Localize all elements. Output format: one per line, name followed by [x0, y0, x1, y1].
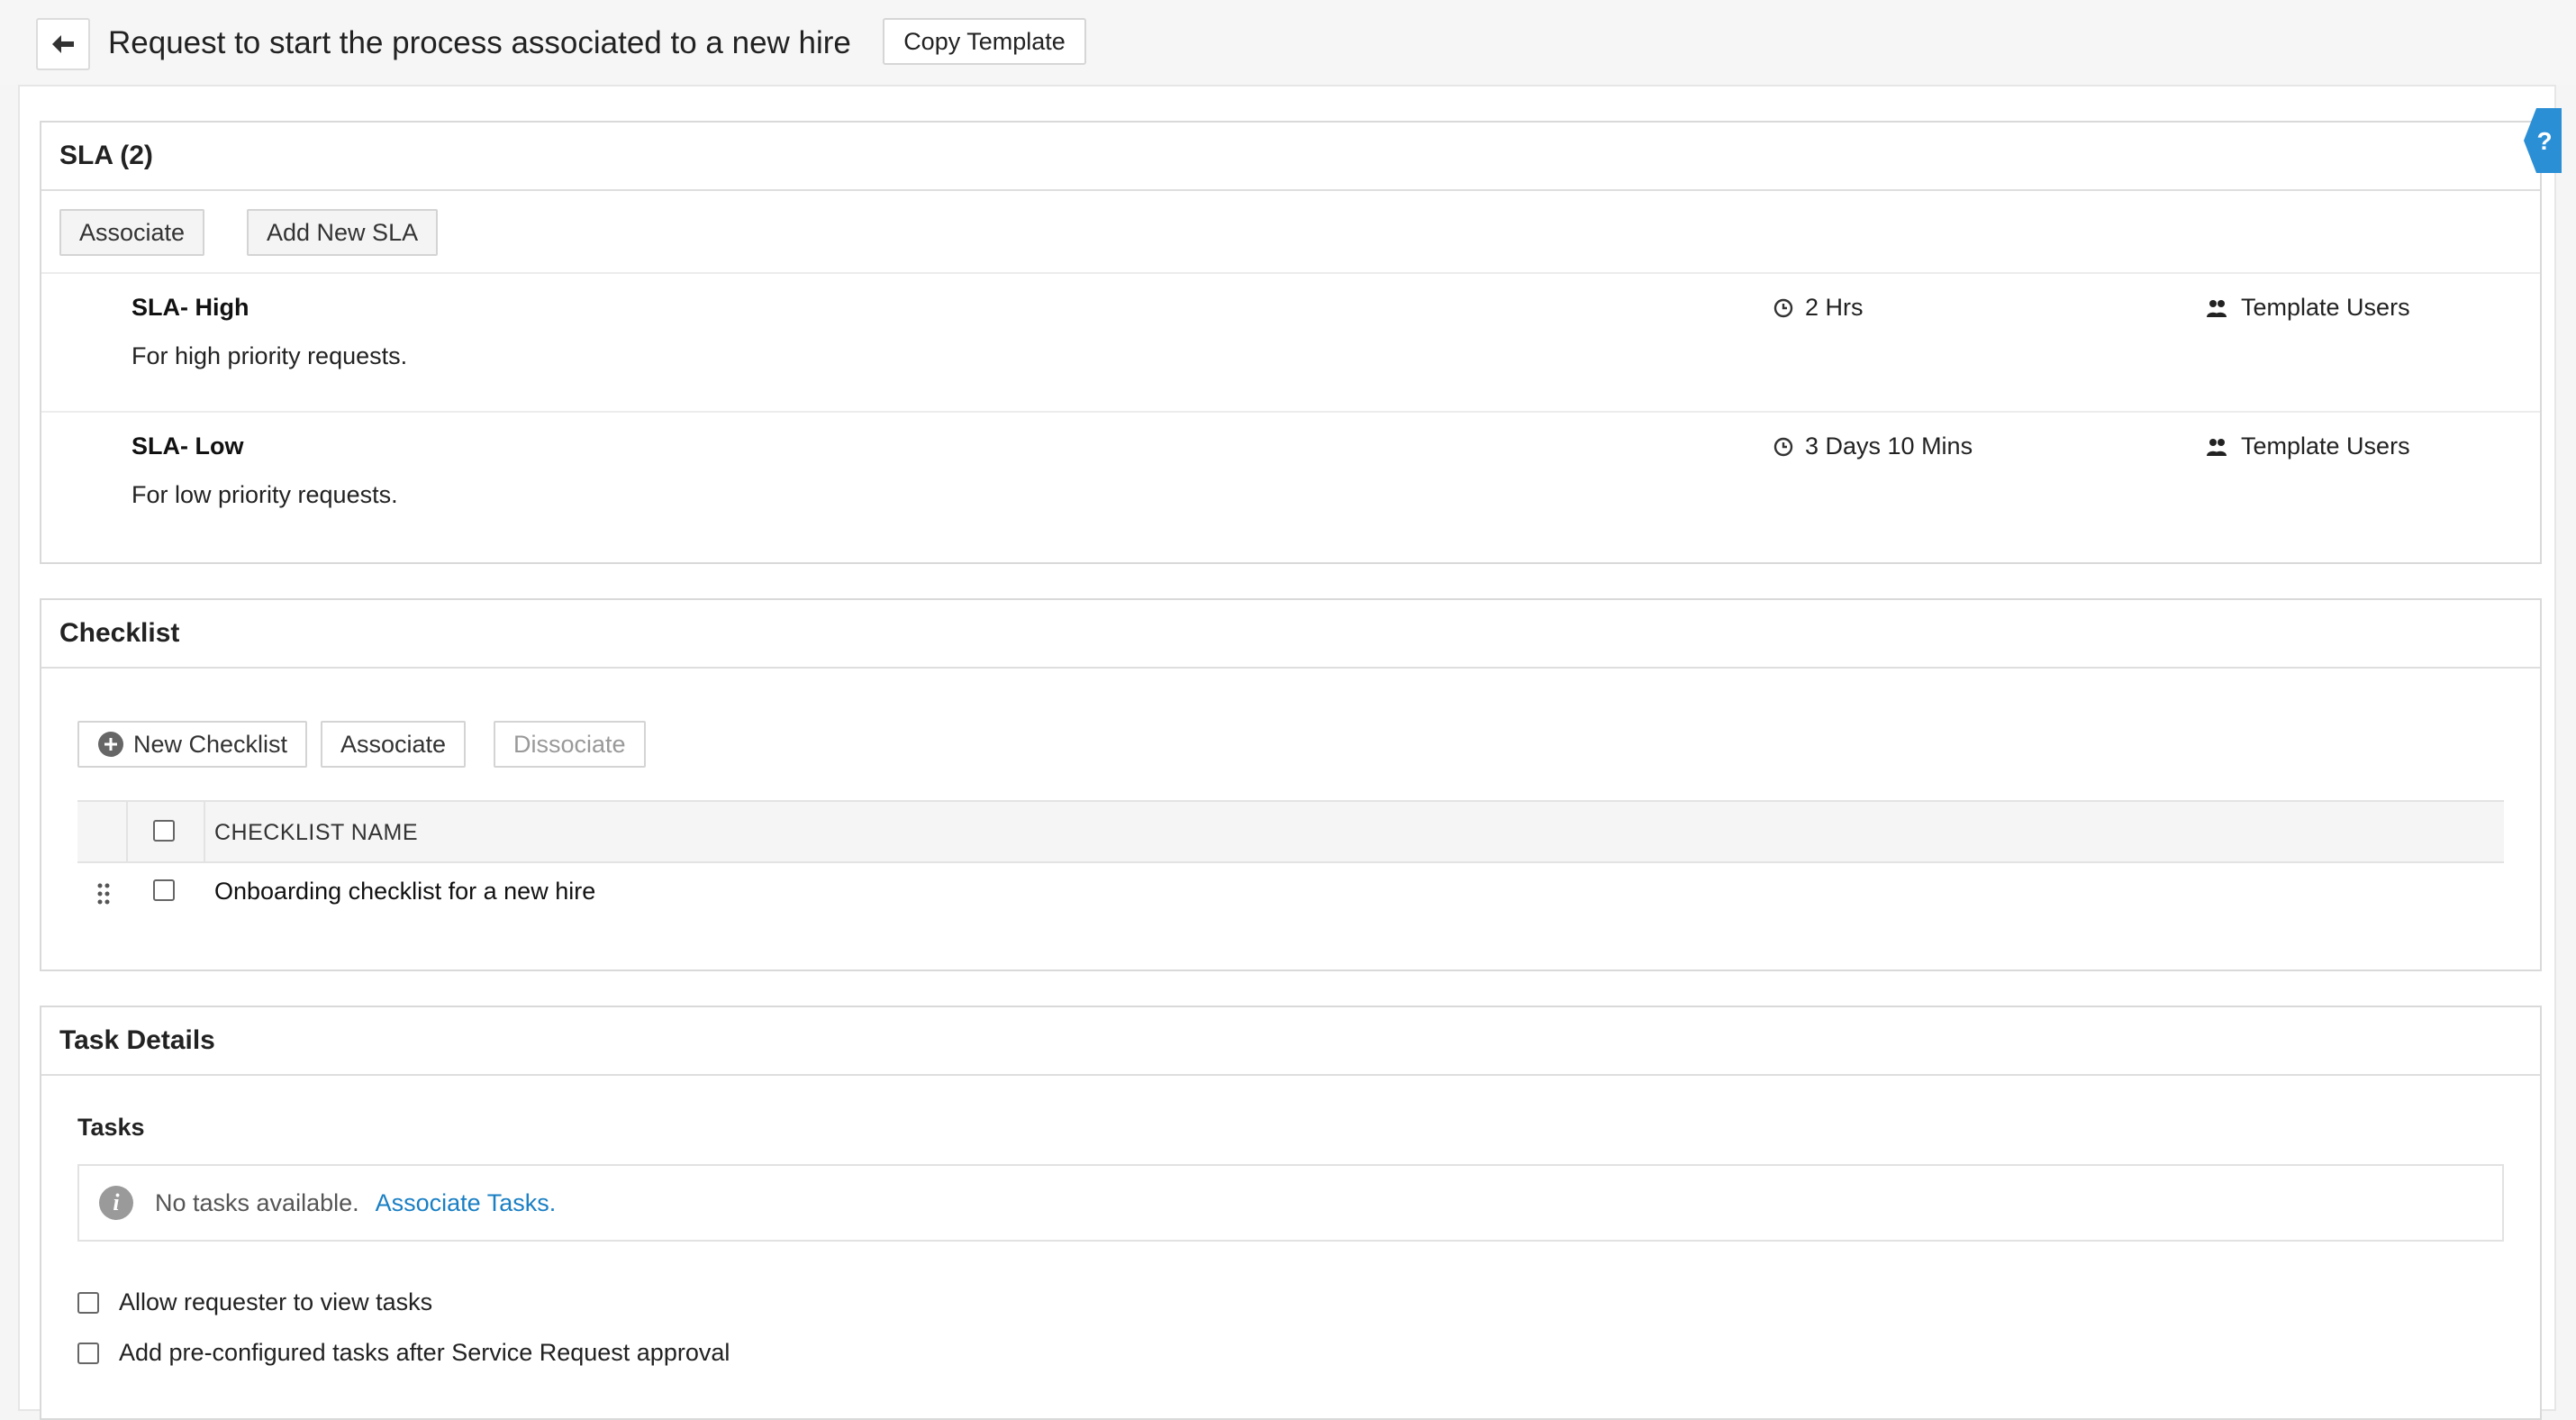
help-icon[interactable]: ? [2522, 106, 2562, 175]
new-checklist-label: New Checklist [133, 730, 288, 758]
dissociate-button[interactable]: Dissociate [494, 721, 646, 768]
users-icon [2207, 299, 2227, 317]
sla-row: SLA- High For high priority requests. 2 … [41, 272, 2540, 409]
top-bar: Request to start the process associated … [0, 0, 2576, 85]
page-title: Request to start the process associated … [108, 25, 851, 60]
option-preconfigured-tasks[interactable]: Add pre-configured tasks after Service R… [77, 1339, 730, 1367]
sla-users: Template Users [2205, 432, 2410, 460]
option-allow-requester-view[interactable]: Allow requester to view tasks [77, 1288, 432, 1316]
arrow-left-icon [52, 35, 74, 53]
associate-tasks-link[interactable]: Associate Tasks. [376, 1189, 557, 1217]
sla-users-value: Template Users [2241, 432, 2410, 460]
sla-heading: SLA (2) [41, 123, 2540, 191]
table-row: Onboarding checklist for a new hire [77, 863, 2504, 923]
select-all-checkbox[interactable] [153, 820, 175, 842]
allow-requester-checkbox[interactable] [77, 1291, 99, 1314]
column-divider [204, 802, 205, 861]
sla-time: 2 Hrs [1773, 294, 1864, 322]
checklist-name[interactable]: Onboarding checklist for a new hire [214, 878, 595, 906]
sla-associate-button[interactable]: Associate [59, 209, 205, 256]
sla-time-value: 2 Hrs [1805, 294, 1864, 321]
option-label: Allow requester to view tasks [119, 1288, 433, 1315]
checklist-table: CHECKLIST NAME Onboarding checklist for … [77, 800, 2504, 923]
sla-users: Template Users [2205, 294, 2410, 322]
drag-handle-icon[interactable] [97, 883, 110, 905]
column-divider [126, 802, 128, 861]
copy-template-button[interactable]: Copy Template [883, 18, 1086, 65]
checklist-associate-button[interactable]: Associate [321, 721, 467, 768]
users-icon [2207, 438, 2227, 456]
plus-circle-icon [98, 732, 123, 757]
checklist-panel: Checklist New Checklist Associate Dissoc… [40, 598, 2542, 971]
clock-icon [1773, 298, 1793, 317]
main-content: SLA (2) Associate Add New SLA SLA- High … [18, 85, 2556, 1420]
option-label: Add pre-configured tasks after Service R… [119, 1339, 730, 1366]
back-button[interactable] [36, 18, 90, 70]
column-header-checklist-name[interactable]: CHECKLIST NAME [214, 820, 418, 846]
tasks-subheading: Tasks [77, 1114, 145, 1141]
preconfigured-tasks-checkbox[interactable] [77, 1342, 99, 1364]
svg-text:?: ? [2536, 127, 2552, 155]
sla-name: SLA- High [132, 294, 249, 321]
help-tab[interactable]: ? [2522, 106, 2562, 175]
no-tasks-message: i No tasks available. Associate Tasks. [77, 1164, 2504, 1242]
task-details-heading: Task Details [41, 1007, 2540, 1076]
sla-panel: SLA (2) Associate Add New SLA SLA- High … [40, 121, 2542, 564]
checklist-heading: Checklist [41, 600, 2540, 669]
info-icon: i [99, 1186, 133, 1220]
sla-description: For high priority requests. [132, 342, 408, 369]
sla-name: SLA- Low [132, 432, 244, 460]
sla-time: 3 Days 10 Mins [1773, 432, 1973, 460]
add-new-sla-button[interactable]: Add New SLA [247, 209, 439, 256]
no-tasks-text: No tasks available. [155, 1188, 359, 1216]
sla-time-value: 3 Days 10 Mins [1805, 432, 1973, 460]
sla-description: For low priority requests. [132, 481, 398, 508]
sla-users-value: Template Users [2241, 294, 2410, 321]
task-details-panel: Task Details Tasks i No tasks available.… [40, 1006, 2542, 1420]
clock-icon [1773, 437, 1793, 456]
row-checkbox[interactable] [153, 879, 175, 901]
new-checklist-button[interactable]: New Checklist [77, 721, 308, 768]
sla-row: SLA- Low For low priority requests. 3 Da… [41, 411, 2540, 548]
checklist-table-header: CHECKLIST NAME [77, 800, 2504, 863]
